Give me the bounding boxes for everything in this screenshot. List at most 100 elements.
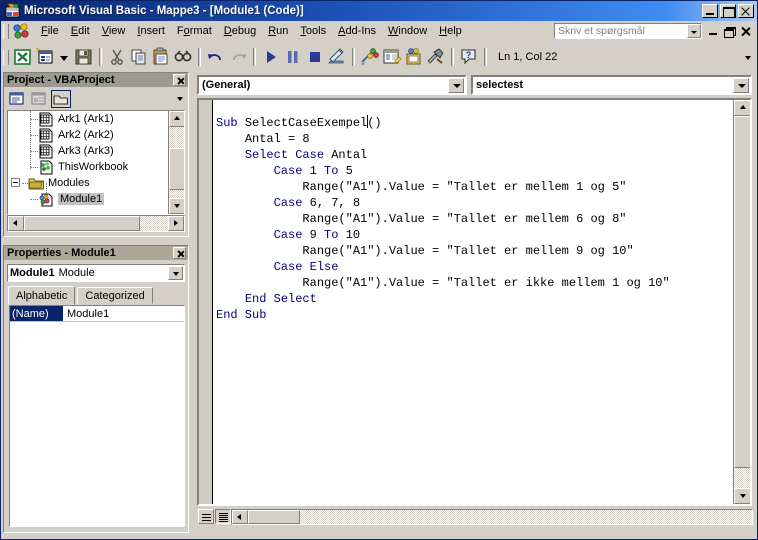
paste-icon[interactable] <box>150 46 172 68</box>
project-tree[interactable]: Ark1 (Ark1) Ark2 (Ark2) Ark3 (Ark3) This… <box>7 110 185 215</box>
scroll-down-button[interactable] <box>734 488 750 504</box>
help-icon[interactable]: ? <box>458 46 480 68</box>
mdi-minimize-button[interactable] <box>706 24 721 38</box>
tree-collapse-icon[interactable] <box>11 178 20 187</box>
scroll-thumb[interactable] <box>24 216 140 231</box>
ask-a-question-box[interactable]: Skriv et spørgsmål <box>554 23 702 39</box>
scroll-up-button[interactable] <box>169 111 184 127</box>
tree-item-thisworkbook[interactable]: ThisWorkbook <box>8 159 168 175</box>
cut-icon[interactable] <box>106 46 128 68</box>
tree-item-ark2[interactable]: Ark2 (Ark2) <box>8 127 168 143</box>
code-token: Range("A1").Value = "Tallet er mellem 9 … <box>302 244 634 258</box>
insert-userform-icon[interactable] <box>34 46 56 68</box>
menu-item-debug[interactable]: Debug <box>218 23 262 40</box>
tree-label: Modules <box>48 177 90 189</box>
code-editor[interactable]: Sub SelectCaseExempel() Antal = 8 Select… <box>197 98 752 506</box>
menu-item-insert[interactable]: Insert <box>131 23 171 40</box>
properties-object-combo[interactable]: Module1 Module <box>7 264 185 282</box>
menu-item-addins[interactable]: Add-Ins <box>332 23 382 40</box>
tab-categorized-label: Categorized <box>85 289 145 302</box>
find-icon[interactable] <box>172 46 194 68</box>
tree-item-ark1[interactable]: Ark1 (Ark1) <box>8 111 168 127</box>
project-explorer-overflow-icon[interactable] <box>177 97 183 101</box>
toolbar-drag-handle[interactable] <box>3 49 9 65</box>
procedure-combo-box[interactable]: selectest <box>471 75 752 95</box>
tab-categorized[interactable]: Categorized <box>77 287 153 304</box>
scroll-left-button[interactable] <box>8 216 24 231</box>
menu-item-tools[interactable]: Tools <box>294 23 332 40</box>
window-close-button[interactable] <box>738 4 754 18</box>
scroll-down-button[interactable] <box>169 198 184 214</box>
mdi-restore-button[interactable] <box>722 24 737 38</box>
scroll-left-button[interactable] <box>232 510 248 524</box>
menu-item-view[interactable]: View <box>96 23 132 40</box>
tree-connector <box>30 119 38 120</box>
toolbox-icon[interactable] <box>425 46 447 68</box>
tree-label: Ark1 (Ark1) <box>58 113 114 125</box>
scroll-right-button[interactable] <box>168 216 184 231</box>
reset-icon[interactable] <box>304 46 326 68</box>
run-icon[interactable] <box>260 46 282 68</box>
scroll-thumb[interactable] <box>734 116 750 468</box>
scroll-thumb[interactable] <box>169 148 184 190</box>
code-hscrollbar[interactable] <box>231 509 753 525</box>
code-vscrollbar[interactable] <box>733 100 750 504</box>
menu-item-run[interactable]: Run <box>262 23 294 40</box>
code-keyword: Select Case <box>244 148 332 162</box>
scroll-thumb[interactable] <box>248 510 300 524</box>
window-controls <box>702 4 755 18</box>
properties-row-name[interactable]: (Name) Module1 <box>10 306 184 322</box>
menu-item-help[interactable]: Help <box>433 23 468 40</box>
toolbar-overflow-chevron-icon[interactable] <box>745 55 751 60</box>
procedure-combo-value: selectest <box>476 79 524 91</box>
project-explorer-icon[interactable] <box>359 46 381 68</box>
insert-userform-dropdown-icon[interactable] <box>56 46 73 68</box>
menu-item-edit[interactable]: Edit <box>65 23 96 40</box>
redo-icon[interactable] <box>227 46 249 68</box>
tree-item-module1[interactable]: Module1 <box>8 191 168 207</box>
window-minimize-button[interactable] <box>702 4 718 18</box>
project-explorer-title: Project - VBAProject <box>7 74 115 86</box>
mdi-close-button[interactable] <box>738 24 753 38</box>
tab-alphabetic[interactable]: Alphabetic <box>8 286 76 305</box>
view-excel-icon[interactable] <box>12 46 34 68</box>
full-module-view-button[interactable] <box>215 509 231 524</box>
project-tree-hscrollbar[interactable] <box>7 215 185 232</box>
procedure-combo-dropdown-icon[interactable] <box>733 77 749 93</box>
code-margin-indicator-bar[interactable] <box>199 100 213 504</box>
menu-item-format[interactable]: Format <box>171 23 218 40</box>
design-mode-icon[interactable] <box>326 46 348 68</box>
ask-a-question-dropdown-icon[interactable] <box>687 24 701 38</box>
scroll-track[interactable] <box>248 510 752 524</box>
break-icon[interactable] <box>282 46 304 68</box>
code-token: Range("A1").Value = "Tallet er mellem 6 … <box>302 212 627 226</box>
tree-item-ark3[interactable]: Ark3 (Ark3) <box>8 143 168 159</box>
view-code-icon[interactable] <box>7 90 27 108</box>
tree-item-modules-folder[interactable]: Modules <box>8 175 168 191</box>
menu-item-window[interactable]: Window <box>382 23 433 40</box>
object-browser-icon[interactable] <box>403 46 425 68</box>
properties-row-value[interactable]: Module1 <box>63 308 109 320</box>
save-icon[interactable] <box>73 46 95 68</box>
menu-bar: File Edit View Insert Format Debug Run T… <box>1 21 757 42</box>
toggle-folders-icon[interactable] <box>51 90 71 108</box>
procedure-view-button[interactable] <box>198 509 214 524</box>
project-tree-vscrollbar[interactable] <box>168 111 184 214</box>
vb-logo-icon <box>12 22 31 40</box>
object-combo-dropdown-icon[interactable] <box>448 77 464 93</box>
menu-item-file[interactable]: File <box>35 23 65 40</box>
properties-close-button[interactable] <box>173 247 186 259</box>
window-maximize-button[interactable] <box>720 4 736 18</box>
scroll-up-button[interactable] <box>734 100 750 116</box>
properties-object-name: Module1 <box>10 267 55 279</box>
code-text[interactable]: Sub SelectCaseExempel() Antal = 8 Select… <box>216 115 750 323</box>
view-object-icon[interactable] <box>29 90 49 108</box>
properties-window-icon[interactable] <box>381 46 403 68</box>
project-explorer-close-button[interactable] <box>173 74 186 86</box>
menu-drag-handle[interactable] <box>3 23 9 39</box>
copy-icon[interactable] <box>128 46 150 68</box>
properties-object-dropdown-icon[interactable] <box>168 266 183 280</box>
properties-grid[interactable]: (Name) Module1 <box>9 305 185 527</box>
object-combo-box[interactable]: (General) <box>197 75 467 95</box>
undo-icon[interactable] <box>205 46 227 68</box>
